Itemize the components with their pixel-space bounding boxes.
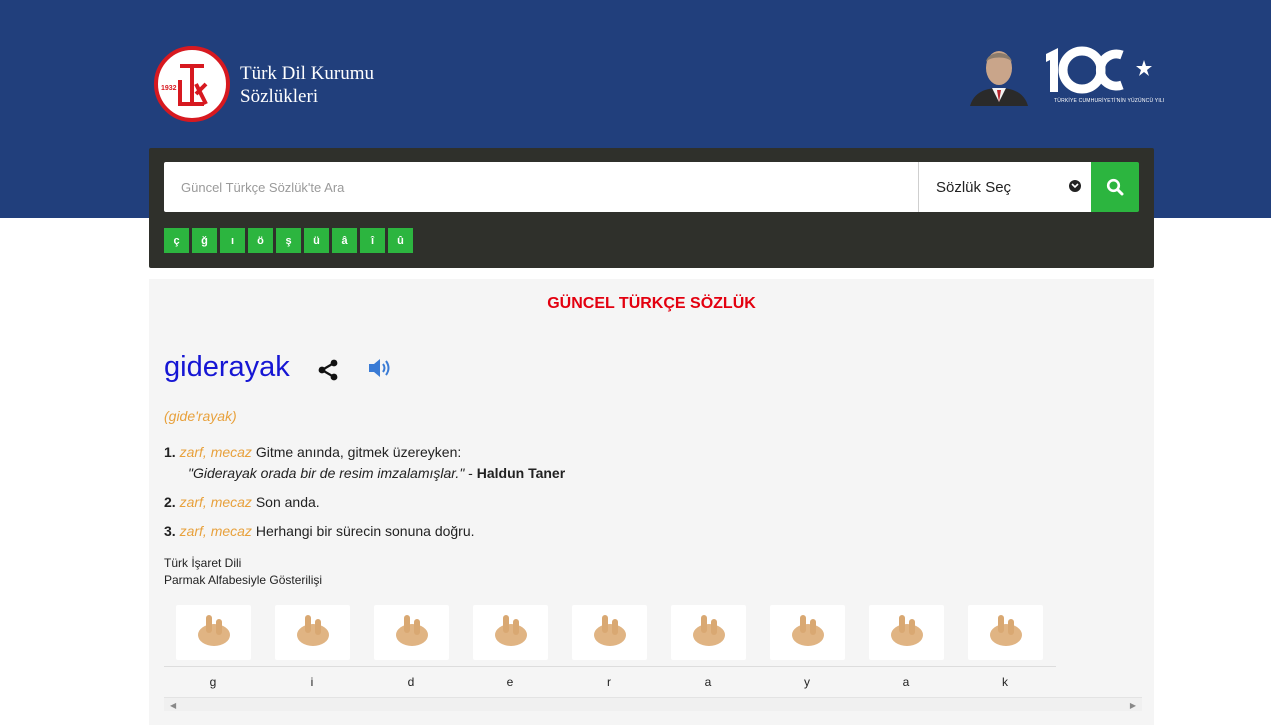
sign-language-title: Türk İşaret Dili Parmak Alfabesiyle Göst… bbox=[164, 555, 322, 589]
meaning-tags: zarf, mecaz bbox=[179, 523, 252, 539]
letter-button-c-cedilla[interactable]: ç bbox=[164, 228, 189, 253]
special-letter-buttons: ç ğ ı ö ş ü â î û bbox=[164, 228, 413, 253]
hand-sign-image bbox=[572, 605, 647, 660]
search-input[interactable] bbox=[164, 162, 919, 212]
scroll-right-icon[interactable]: ▶ bbox=[1130, 701, 1136, 710]
hand-sign-image bbox=[869, 605, 944, 660]
brand-name[interactable]: Türk Dil Kurumu Sözlükleri bbox=[240, 62, 374, 108]
letter-button-u-umlaut[interactable]: ü bbox=[304, 228, 329, 253]
search-icon bbox=[1106, 178, 1124, 196]
speaker-icon[interactable] bbox=[367, 357, 393, 384]
meaning-number: 1. bbox=[164, 444, 176, 460]
hand-sign-letter: i bbox=[310, 675, 314, 689]
brand-line1: Türk Dil Kurumu bbox=[240, 63, 375, 84]
hand-sign-letter: a bbox=[704, 675, 712, 689]
tdk-logo[interactable]: 1932 bbox=[154, 46, 230, 122]
letter-button-g-breve[interactable]: ğ bbox=[192, 228, 217, 253]
dictionary-select[interactable]: Sözlük Seç bbox=[918, 162, 1091, 212]
hand-sign-image bbox=[176, 605, 251, 660]
meaning-example: "Giderayak orada bir de resim imzalamışl… bbox=[164, 463, 565, 484]
dictionary-select-label: Sözlük Seç bbox=[936, 178, 1012, 196]
dictionary-title: GÜNCEL TÜRKÇE SÖZLÜK bbox=[547, 295, 756, 312]
meaning-item: 1. zarf, mecaz Gitme anında, gitmek üzer… bbox=[164, 442, 565, 484]
meaning-text: Herhangi bir sürecin sonuna doğru. bbox=[255, 523, 475, 539]
meaning-number: 3. bbox=[164, 523, 176, 539]
divider bbox=[164, 666, 1056, 667]
hand-sign-image bbox=[770, 605, 845, 660]
meaning-item: 2. zarf, mecaz Son anda. bbox=[164, 492, 565, 513]
hand-sign-letter: a bbox=[902, 675, 910, 689]
meaning-text: Son anda. bbox=[255, 494, 320, 510]
meaning-text: Gitme anında, gitmek üzereyken: bbox=[255, 444, 462, 460]
search-button[interactable] bbox=[1091, 162, 1139, 212]
hand-sign-letter: r bbox=[607, 675, 611, 689]
letter-button-i-circumflex[interactable]: î bbox=[360, 228, 385, 253]
hand-sign-letter: d bbox=[407, 675, 415, 689]
hand-sign-letter: k bbox=[1002, 675, 1008, 689]
meaning-tags: zarf, mecaz bbox=[179, 444, 252, 460]
meanings-list: 1. zarf, mecaz Gitme anında, gitmek üzer… bbox=[164, 442, 565, 550]
letter-button-a-circumflex[interactable]: â bbox=[332, 228, 357, 253]
example-quote: "Giderayak orada bir de resim imzalamışl… bbox=[188, 465, 465, 481]
sign-language-line1: Türk İşaret Dili bbox=[164, 556, 242, 570]
meaning-item: 3. zarf, mecaz Herhangi bir sürecin sonu… bbox=[164, 521, 565, 542]
hand-sign-letter: g bbox=[209, 675, 217, 689]
letter-button-o-umlaut[interactable]: ö bbox=[248, 228, 273, 253]
horizontal-scrollbar[interactable]: ◀ ▶ bbox=[164, 697, 1142, 711]
letter-button-dotless-i[interactable]: ı bbox=[220, 228, 245, 253]
search-panel: Sözlük Seç ç ğ ı ö ş ü â î û bbox=[149, 148, 1154, 268]
hand-sign-image bbox=[374, 605, 449, 660]
hand-sign-image bbox=[275, 605, 350, 660]
logo-year: 1932 bbox=[161, 85, 177, 92]
hand-sign-letter: y bbox=[804, 675, 810, 689]
hand-sign-letter: e bbox=[506, 675, 514, 689]
example-separator: - bbox=[464, 465, 477, 481]
hand-sign-image bbox=[473, 605, 548, 660]
meaning-tags: zarf, mecaz bbox=[179, 494, 252, 510]
hand-sign-image bbox=[968, 605, 1043, 660]
example-author: Haldun Taner bbox=[476, 465, 566, 481]
result-panel: GÜNCEL TÜRKÇE SÖZLÜK giderayak (gide'ray… bbox=[149, 279, 1154, 725]
headword: giderayak bbox=[164, 351, 290, 383]
scroll-left-icon[interactable]: ◀ bbox=[170, 701, 176, 710]
letter-button-s-cedilla[interactable]: ş bbox=[276, 228, 301, 253]
share-icon[interactable] bbox=[316, 358, 340, 387]
ataturk-portrait bbox=[966, 44, 1032, 106]
meaning-number: 2. bbox=[164, 494, 176, 510]
sign-language-line2: Parmak Alfabesiyle Gösterilişi bbox=[164, 573, 323, 587]
brand-line2: Sözlükleri bbox=[240, 86, 319, 107]
hand-sign-image bbox=[671, 605, 746, 660]
letter-button-u-circumflex[interactable]: û bbox=[388, 228, 413, 253]
centennial-caption: TÜRKİYE CUMHURİYETİ'NİN YÜZÜNCÜ YILI bbox=[1054, 98, 1165, 104]
pronunciation: (gide'rayak) bbox=[164, 408, 237, 424]
chevron-down-icon bbox=[1069, 180, 1081, 192]
